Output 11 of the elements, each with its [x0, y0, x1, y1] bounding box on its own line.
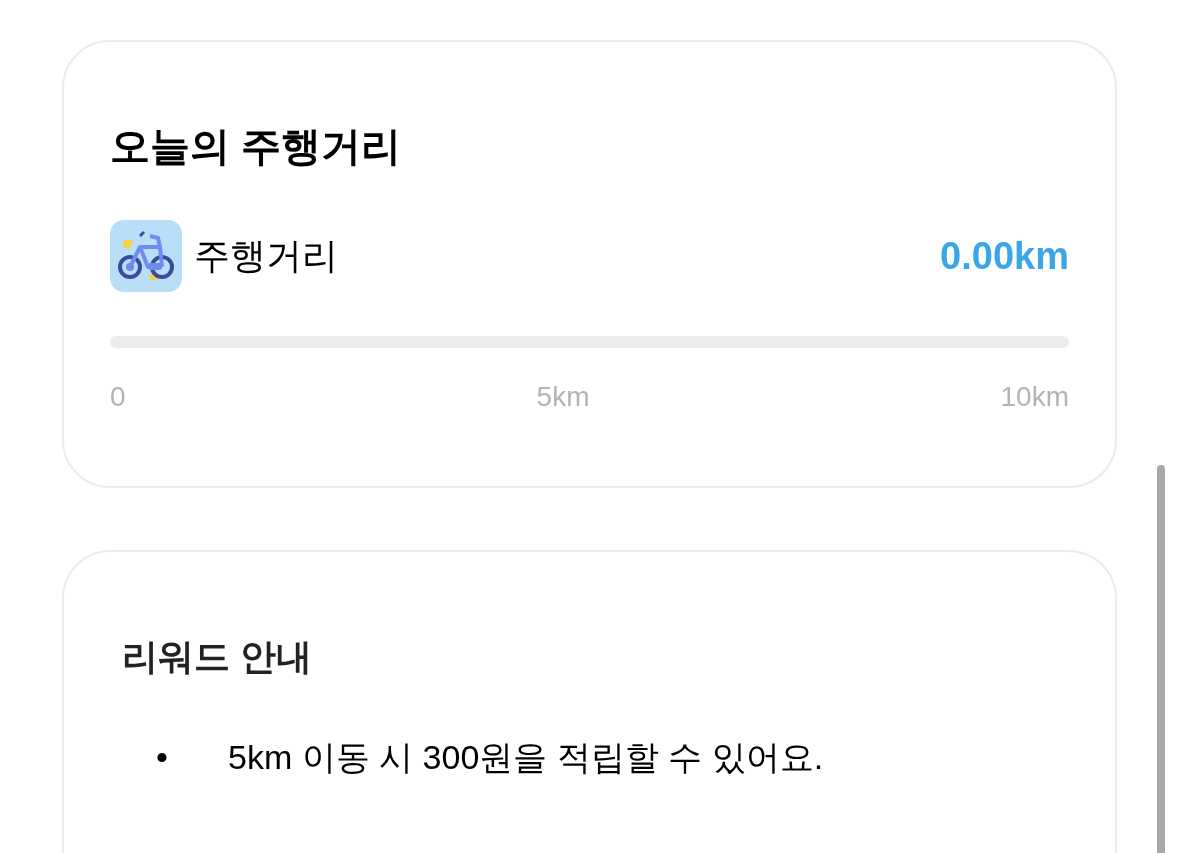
- card-title: 오늘의 주행거리: [110, 123, 403, 170]
- scrollbar[interactable]: [1157, 465, 1165, 853]
- distance-label: 주행거리: [194, 234, 338, 278]
- card-title: 리워드 안내: [122, 635, 313, 679]
- bullet: •: [155, 737, 169, 778]
- reward-text: 5km 이동 시 300원을 적립할 수 있어요.: [228, 737, 824, 778]
- scale-label: 0: [110, 380, 126, 414]
- bicycle-icon: [110, 220, 182, 292]
- scale-label: 10km: [1000, 380, 1069, 414]
- distance-value: 0.00km: [940, 233, 1069, 279]
- scale-label: 5km: [536, 380, 590, 414]
